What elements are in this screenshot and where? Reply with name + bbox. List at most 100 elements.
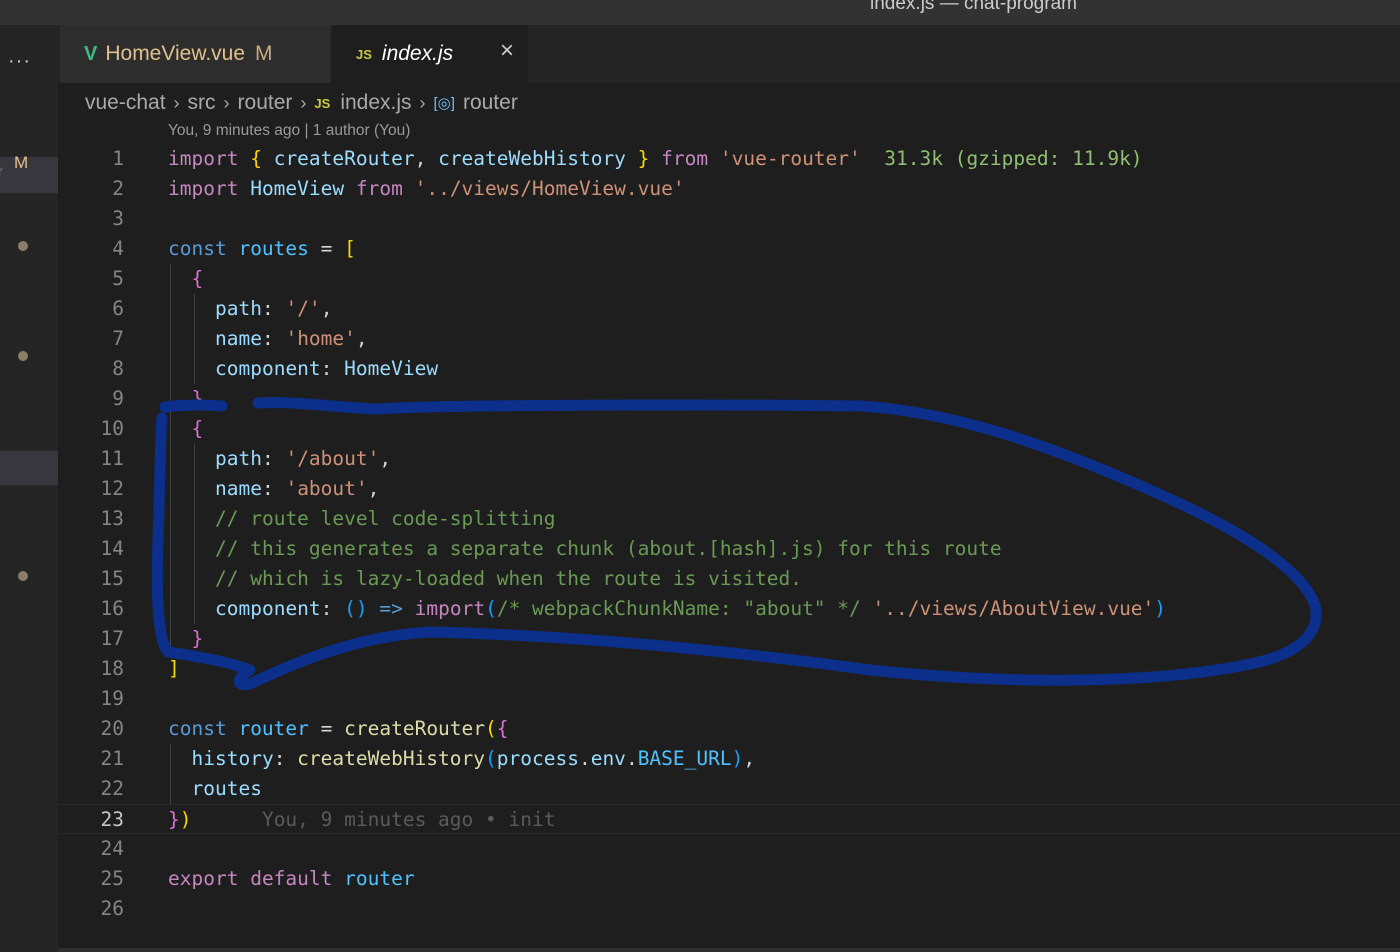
- code-editor[interactable]: 1 import { createRouter, createWebHistory…: [58, 144, 1400, 952]
- code-text: {: [192, 264, 204, 294]
- code-token: (): [344, 597, 368, 620]
- code-token: ): [1154, 597, 1167, 620]
- indent-guide: [193, 354, 195, 384]
- code-line[interactable]: 24: [58, 834, 1400, 864]
- line-number: 19: [100, 687, 124, 710]
- code-text: export default router: [168, 864, 415, 894]
- code-text: // route level code-splitting: [215, 504, 555, 534]
- code-token: import: [414, 597, 486, 620]
- code-token: (: [485, 597, 497, 620]
- code-line[interactable]: 22 routes: [58, 774, 1400, 804]
- code-line[interactable]: 23}) You, 9 minutes ago • init: [58, 804, 1400, 834]
- code-line[interactable]: 7 name: 'home',: [58, 324, 1400, 354]
- code-line[interactable]: 15 // which is lazy-loaded when the route…: [58, 564, 1400, 594]
- line-number: 16: [100, 597, 124, 620]
- title-bar: index.js — chat-program: [0, 0, 1400, 25]
- code-token: {: [191, 417, 204, 440]
- code-text: path: '/about',: [215, 444, 391, 474]
- breadcrumb: vue-chat › src › router › JS index.js › …: [85, 89, 518, 117]
- code-token: :: [273, 747, 298, 770]
- code-token: HomeView: [344, 357, 439, 380]
- code-line[interactable]: 1 import { createRouter, createWebHistory…: [58, 144, 1400, 174]
- chevron-right-icon: ›: [223, 92, 230, 113]
- git-blame-codelens[interactable]: You, 9 minutes ago | 1 author (You): [168, 122, 410, 140]
- code-token: :: [320, 597, 345, 620]
- breadcrumb-item[interactable]: router: [463, 91, 518, 115]
- code-text: ]: [168, 654, 180, 684]
- line-number: 4: [112, 237, 124, 260]
- code-line[interactable]: 14 // this generates a separate chunk (ab…: [58, 534, 1400, 564]
- indent-guide: [170, 294, 171, 324]
- code-line[interactable]: 17}: [58, 624, 1400, 654]
- code-token: }: [191, 627, 204, 650]
- line-number: 20: [100, 717, 124, 740]
- indent-guide: [170, 744, 171, 774]
- code-line[interactable]: 18]: [58, 654, 1400, 684]
- code-token: }: [191, 387, 204, 410]
- code-token: from: [355, 177, 403, 200]
- code-text: const router = createRouter({: [168, 714, 509, 744]
- code-line[interactable]: 20 const router = createRouter({: [58, 714, 1400, 744]
- code-line[interactable]: 10 {: [58, 414, 1400, 444]
- code-line[interactable]: 5{: [58, 264, 1400, 294]
- code-line[interactable]: 8 component: HomeView: [58, 354, 1400, 384]
- code-token: const: [168, 237, 227, 260]
- code-token: routes: [191, 777, 262, 800]
- line-number: 8: [112, 357, 124, 380]
- code-token: :: [261, 447, 286, 470]
- code-text: path: '/',: [215, 294, 332, 324]
- code-line[interactable]: 19: [58, 684, 1400, 714]
- breadcrumb-item[interactable]: vue-chat: [85, 91, 166, 115]
- code-token: :: [320, 357, 345, 380]
- status-dot-icon: [18, 241, 28, 251]
- indent-guide: [170, 774, 171, 804]
- breadcrumb-item[interactable]: src: [188, 91, 216, 115]
- code-token: '../views/AboutView.vue': [872, 597, 1155, 620]
- code-text: },: [192, 384, 216, 414]
- activity-selected-row[interactable]: r: [0, 157, 58, 193]
- activity-highlight-row[interactable]: [0, 451, 58, 485]
- tab-label: index.js: [381, 42, 454, 65]
- code-token: ): [179, 808, 192, 831]
- code-line[interactable]: 26: [58, 894, 1400, 924]
- code-text: // which is lazy-loaded when the route i…: [215, 564, 802, 594]
- code-line[interactable]: 11 path: '/about',: [58, 444, 1400, 474]
- code-line[interactable]: 21 history: createWebHistory(process.env.…: [58, 744, 1400, 774]
- breadcrumb-item[interactable]: index.js: [340, 91, 411, 115]
- tab-index-js[interactable]: JS index.js ×: [332, 25, 528, 83]
- code-token: '/about': [285, 447, 380, 470]
- code-line[interactable]: 2 import HomeView from '../views/HomeView…: [58, 174, 1400, 204]
- close-icon[interactable]: ×: [500, 39, 514, 63]
- indent-guide: [193, 534, 195, 564]
- vue-icon: V: [84, 42, 98, 65]
- code-token: env: [590, 747, 626, 770]
- code-text: const routes = [: [168, 234, 356, 264]
- line-number: 13: [100, 507, 124, 530]
- code-token: 'home': [285, 327, 356, 350]
- indent-guide: [193, 594, 195, 624]
- line-number: 15: [100, 567, 124, 590]
- breadcrumb-item[interactable]: router: [238, 91, 293, 115]
- chevron-right-icon: ›: [173, 92, 180, 113]
- code-token: path: [215, 297, 262, 320]
- code-line[interactable]: 13 // route level code-splitting: [58, 504, 1400, 534]
- code-line[interactable]: 16 component: () => import(/* webpackChun…: [58, 594, 1400, 624]
- more-actions-icon[interactable]: ···: [8, 51, 31, 71]
- code-token: // this generates a separate chunk (abou…: [215, 537, 1002, 560]
- code-line[interactable]: 4 const routes = [: [58, 234, 1400, 264]
- tab-homeview[interactable]: V HomeView.vue M: [60, 25, 330, 83]
- code-text: }: [192, 624, 204, 654]
- code-line[interactable]: 3: [58, 204, 1400, 234]
- code-line[interactable]: 12 name: 'about',: [58, 474, 1400, 504]
- code-token: [: [344, 237, 356, 260]
- indent-guide: [170, 354, 171, 384]
- indent-guide: [193, 474, 195, 504]
- code-token: name: [215, 327, 262, 350]
- code-line[interactable]: 6 path: '/',: [58, 294, 1400, 324]
- code-line[interactable]: 25 export default router: [58, 864, 1400, 894]
- code-line[interactable]: 9},: [58, 384, 1400, 414]
